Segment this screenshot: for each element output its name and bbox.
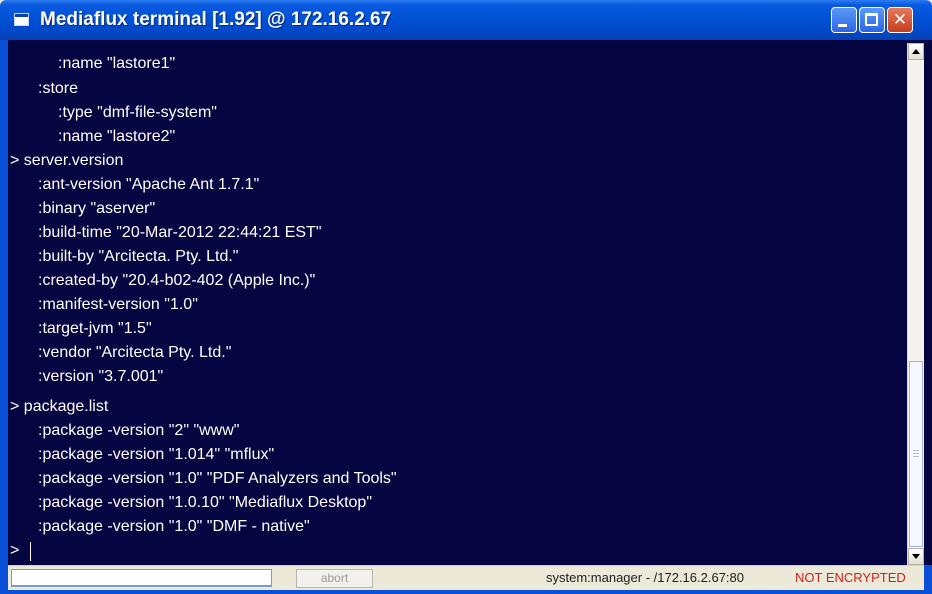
terminal-line: :binary "aserver" xyxy=(38,200,156,217)
terminal-line: :name "lastore1" xyxy=(58,55,176,72)
scroll-down-button[interactable] xyxy=(908,548,924,565)
maximize-icon xyxy=(865,13,878,26)
text-cursor xyxy=(30,542,31,561)
terminal-line: :name "lastore2" xyxy=(58,128,176,145)
scrollbar-thumb[interactable] xyxy=(909,361,923,547)
terminal-prompt: > xyxy=(10,542,20,559)
encryption-status: NOT ENCRYPTED xyxy=(795,570,906,585)
terminal-line: :built-by "Arcitecta. Pty. Ltd." xyxy=(38,248,239,265)
terminal-line: :vendor "Arcitecta Pty. Ltd." xyxy=(38,344,232,361)
terminal-line: :manifest-version "1.0" xyxy=(38,296,198,313)
terminal-window: Mediaflux terminal [1.92] @ 172.16.2.67 … xyxy=(0,0,932,594)
maximize-button[interactable] xyxy=(859,7,885,33)
status-bar: abort system:manager - /172.16.2.67:80 N… xyxy=(8,565,924,590)
terminal-line: :version "3.7.001" xyxy=(38,368,164,385)
command-input[interactable] xyxy=(11,569,272,587)
close-icon: ✕ xyxy=(892,10,908,30)
terminal-line: :package -version "2" "www" xyxy=(38,422,240,439)
window-frame-left xyxy=(0,40,8,594)
terminal-command-line: > server.version xyxy=(10,152,124,169)
connection-status: system:manager - /172.16.2.67:80 xyxy=(546,570,745,585)
terminal-line: :store xyxy=(38,80,79,97)
terminal-line: :target-jvm "1.5" xyxy=(38,320,152,337)
vertical-scrollbar[interactable] xyxy=(907,43,924,565)
terminal-app-icon xyxy=(14,13,29,26)
terminal-line: :package -version "1.0" "PDF Analyzers a… xyxy=(38,470,397,487)
terminal-output[interactable]: :name "lastore1" :store :type "dmf-file-… xyxy=(8,40,932,565)
terminal-line: :type "dmf-file-system" xyxy=(58,104,217,121)
arrow-up-icon xyxy=(912,49,920,54)
grip-icon xyxy=(913,450,919,457)
title-bar[interactable]: Mediaflux terminal [1.92] @ 172.16.2.67 … xyxy=(0,0,932,40)
scroll-up-button[interactable] xyxy=(908,43,924,60)
minimize-icon xyxy=(838,24,847,27)
terminal-line: :package -version "1.014" "mflux" xyxy=(38,446,275,463)
terminal-command-line: > package.list xyxy=(10,398,109,415)
close-button[interactable]: ✕ xyxy=(887,7,913,33)
arrow-down-icon xyxy=(912,554,920,559)
window-frame-bottom xyxy=(0,590,932,594)
terminal-line: :package -version "1.0.10" "Mediaflux De… xyxy=(38,494,372,511)
minimize-button[interactable] xyxy=(831,7,857,33)
terminal-line: :build-time "20-Mar-2012 22:44:21 EST" xyxy=(38,224,322,241)
terminal-line: :ant-version "Apache Ant 1.7.1" xyxy=(38,176,260,193)
window-title: Mediaflux terminal [1.92] @ 172.16.2.67 xyxy=(40,9,392,30)
terminal-line: :package -version "1.0" "DMF - native" xyxy=(38,518,310,535)
terminal-line: :created-by "20.4-b02-402 (Apple Inc.)" xyxy=(38,272,316,289)
abort-button[interactable]: abort xyxy=(296,569,373,588)
